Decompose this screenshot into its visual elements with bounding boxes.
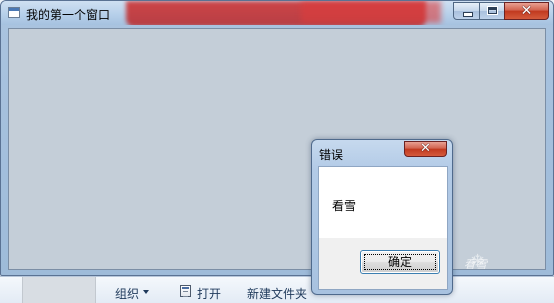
close-icon: ✕ <box>420 141 431 156</box>
close-icon: ✕ <box>520 3 533 19</box>
ok-button-label: 确定 <box>387 255 412 269</box>
ok-button[interactable]: 确定 <box>360 250 440 274</box>
minimize-button[interactable] <box>453 2 480 20</box>
maximize-icon <box>487 6 498 15</box>
error-dialog: 错误 ✕ 看雪 确定 <box>311 139 453 295</box>
dialog-close-button[interactable]: ✕ <box>404 141 447 157</box>
explorer-toolbar: 组织 打开 新建文件夹 <box>0 276 554 303</box>
maximize-button[interactable] <box>479 2 505 20</box>
main-window: 我的第一个窗口 ✕ <box>0 0 554 276</box>
minimize-icon <box>463 12 473 17</box>
dialog-message-area: 看雪 <box>319 167 447 238</box>
dialog-message: 看雪 <box>332 199 357 213</box>
window-app-icon[interactable] <box>8 7 20 18</box>
client-area[interactable] <box>8 28 546 270</box>
organize-menu[interactable]: 组织 <box>115 285 139 302</box>
watermark: 看雪 <box>464 258 488 271</box>
title-bar[interactable]: 我的第一个窗口 ✕ <box>1 1 553 25</box>
caption-buttons: ✕ <box>453 2 549 20</box>
background-bleed-through-2 <box>301 1 441 23</box>
open-document-icon[interactable] <box>180 285 191 297</box>
close-button[interactable]: ✕ <box>504 2 549 20</box>
window-title: 我的第一个窗口 <box>26 8 111 22</box>
new-folder-button[interactable]: 新建文件夹 <box>247 285 307 302</box>
open-button[interactable]: 打开 <box>197 285 221 302</box>
dialog-body: 看雪 确定 <box>318 166 448 290</box>
dialog-title: 错误 <box>319 148 344 162</box>
chevron-down-icon[interactable] <box>143 290 149 294</box>
navigation-pane-edge <box>22 277 96 303</box>
